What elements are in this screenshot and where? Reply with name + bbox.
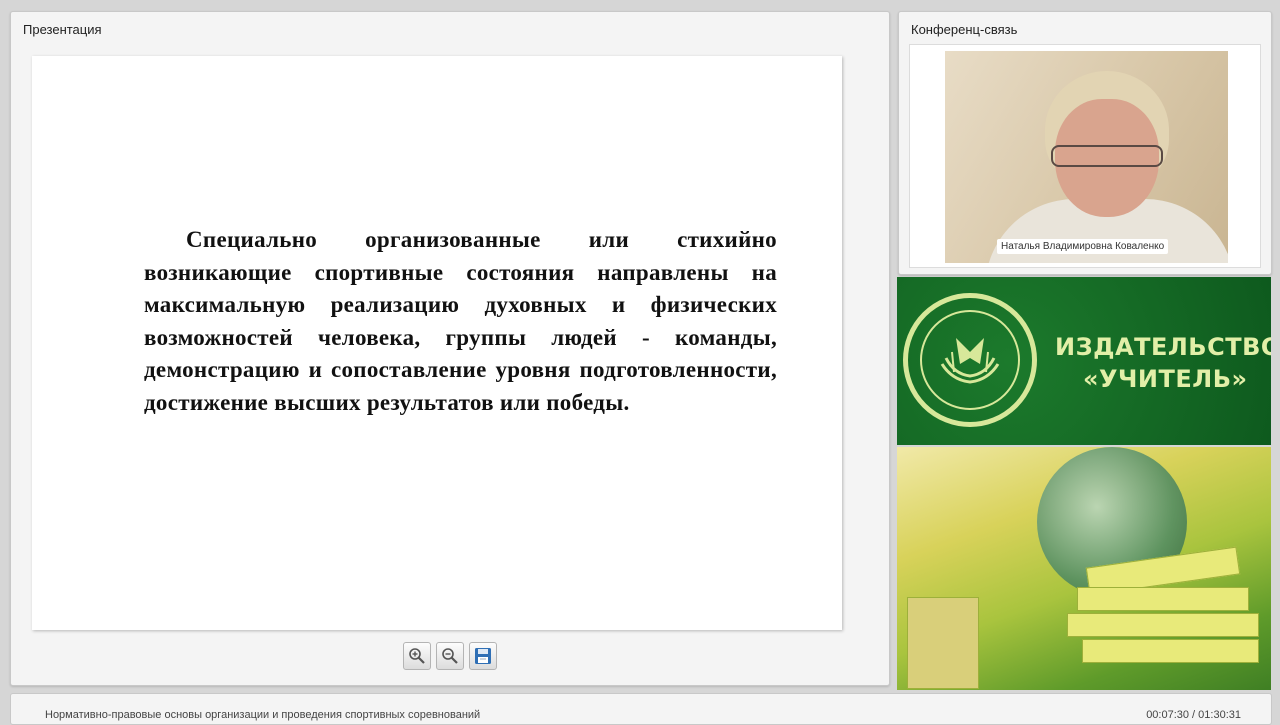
book-stack-image [907,597,979,689]
zoom-out-button[interactable] [436,642,464,670]
zoom-in-button[interactable] [403,642,431,670]
publisher-logo-icon [903,293,1037,427]
conference-panel-title: Конференц-связь [911,22,1018,37]
book-image [1082,639,1259,663]
save-icon [475,648,491,664]
presentation-slide: Специально организованные или стихийно в… [32,56,842,630]
logo-inner-ring [920,310,1020,410]
course-title: Нормативно-правовые основы организации и… [45,709,481,721]
zoom-out-icon [442,648,458,664]
slide-text: Специально организованные или стихийно в… [144,227,777,415]
book-leaves-icon [940,338,1000,384]
speaker-video[interactable]: Наталья Владимировна Коваленко [945,51,1228,263]
conference-panel: Конференц-связь Наталья Владимировна Ков… [898,11,1272,275]
save-button[interactable] [469,642,497,670]
presentation-panel-title: Презентация [23,22,102,37]
publisher-ad-banner[interactable]: ИЗДАТЕЛЬСТВО «УЧИТЕЛЬ» [897,277,1271,690]
presentation-panel: Презентация Специально организованные ил… [10,11,890,686]
player-status-bar: Нормативно-правовые основы организации и… [10,693,1272,725]
playback-timecode: 00:07:30 / 01:30:31 [1146,709,1241,721]
ad-header: ИЗДАТЕЛЬСТВО «УЧИТЕЛЬ» [897,277,1271,445]
book-image [1067,613,1259,637]
speaker-name-label: Наталья Владимировна Коваленко [997,239,1169,254]
zoom-in-icon [409,648,425,664]
books-globe-photo [897,447,1271,690]
video-frame: Наталья Владимировна Коваленко [909,44,1261,268]
book-image [1077,587,1249,611]
publisher-name-line1: ИЗДАТЕЛЬСТВО [1055,333,1271,361]
publisher-name-line2: «УЧИТЕЛЬ» [1083,365,1248,393]
speaker-glasses [1051,145,1163,167]
